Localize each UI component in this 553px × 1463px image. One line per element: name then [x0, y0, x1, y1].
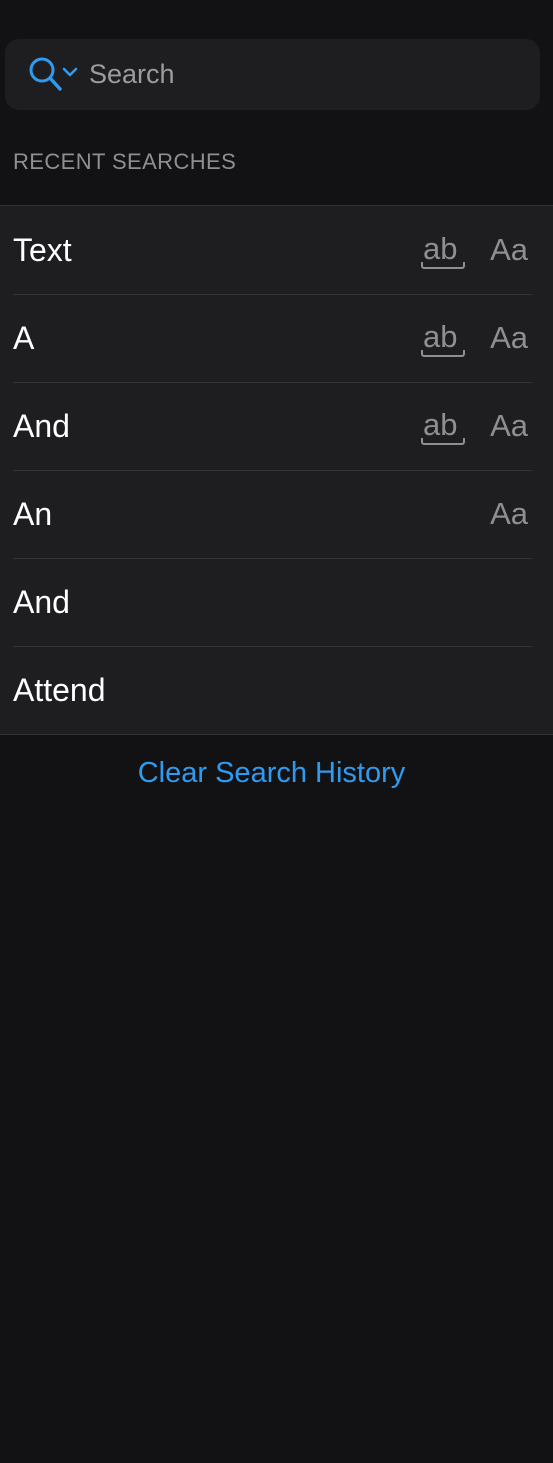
recent-search-row[interactable]: Aab Aa	[0, 294, 553, 382]
search-input[interactable]	[89, 39, 519, 110]
recent-search-label: Attend	[13, 672, 106, 708]
whole-word-icon: ab	[421, 316, 467, 360]
search-bar[interactable]	[5, 39, 540, 110]
match-case-icon: Aa	[490, 496, 528, 531]
whole-word-icon: ab	[421, 228, 467, 272]
recent-search-row[interactable]: Attend	[0, 646, 553, 734]
whole-word-underline	[421, 438, 465, 445]
recent-search-label: And	[13, 408, 70, 444]
whole-word-icon: ab	[421, 404, 467, 448]
recent-searches-list: Text ab Aa Aab Aa And ab Aa An Aa And Attend	[0, 205, 553, 735]
recent-search-label: An	[13, 496, 53, 532]
whole-word-label: ab	[423, 407, 458, 442]
recent-search-row[interactable]: Text ab Aa	[0, 206, 553, 294]
match-case-icon: Aa	[490, 320, 528, 355]
match-case-icon: Aa	[490, 232, 528, 267]
whole-word-underline	[421, 350, 465, 357]
recent-search-row[interactable]: An Aa	[0, 470, 553, 558]
match-case-icon: Aa	[490, 408, 528, 443]
recent-search-row[interactable]: And ab Aa	[0, 382, 553, 470]
recent-search-label: Text	[13, 232, 72, 268]
search-options-icon[interactable]	[26, 55, 82, 95]
clear-search-history-button[interactable]: Clear Search History	[0, 757, 543, 790]
whole-word-underline	[421, 262, 465, 269]
whole-word-label: ab	[423, 319, 458, 354]
recent-search-label: And	[13, 584, 70, 620]
recent-search-row[interactable]: And	[0, 558, 553, 646]
recent-searches-header: RECENT SEARCHES	[13, 149, 237, 174]
recent-search-label: A	[13, 320, 35, 356]
whole-word-label: ab	[423, 231, 458, 266]
